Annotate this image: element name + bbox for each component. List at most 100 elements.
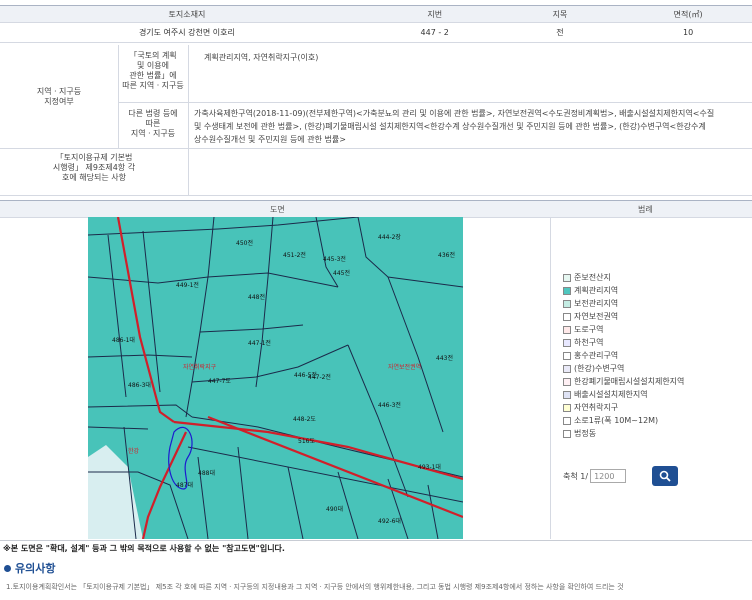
legend-label: 준보전산지 (574, 273, 611, 282)
legend-label: 계획관리지역 (574, 286, 619, 295)
col-lot-number: 지번 (373, 5, 496, 23)
legend-swatch (563, 377, 571, 386)
parcel-label: 447-2전 (308, 373, 331, 381)
legend-item: 하천구역 (563, 336, 684, 349)
legend-swatch (563, 403, 571, 412)
scale-input[interactable] (590, 469, 627, 483)
cell-lot-number: 447 - 2 (373, 22, 496, 43)
parcel-label: 444-2장 (378, 233, 401, 241)
legend-label: 자연취락지구 (574, 403, 619, 412)
search-icon (659, 470, 671, 482)
parcel-label: 436전 (438, 251, 455, 259)
legend-item: 계획관리지역 (563, 284, 684, 297)
legend-item: (한강)수변구역 (563, 362, 684, 375)
scale-label: 축척 1/ (563, 471, 589, 481)
legend-label: (한강)수변구역 (574, 364, 625, 373)
parcel-label: 488대 (198, 469, 215, 477)
parcel-label: 한강 (128, 447, 140, 455)
map-header: 도면 범례 (0, 200, 752, 218)
parcel-label: 447-1전 (248, 339, 271, 347)
legend-swatch (563, 325, 571, 334)
map-notice: ※본 도면은 "확대, 설계" 등과 그 밖의 목적으로 사용할 수 없는 "참… (3, 544, 285, 553)
legend-swatch (563, 416, 571, 425)
other-laws-line: 및 수생태계 보전에 관한 법률>, (한강)폐기물매립시설 설치제한지역<한강… (194, 122, 706, 131)
col-location: 토지소재지 (0, 5, 374, 23)
caution-paragraph: 1.토지이용계획확인서는 「토지이용규제 기본법」 제5조 각 호에 따른 지역… (6, 583, 624, 591)
parcel-label: 492-6대 (378, 517, 401, 525)
parcel-label: 443전 (436, 354, 453, 362)
legend-label: 하천구역 (574, 338, 604, 347)
legend-swatch (563, 429, 571, 438)
parcel-label: 486-3대 (128, 381, 151, 389)
parcel-label: 448전 (248, 293, 265, 301)
parcel-label: 449-1전 (176, 281, 199, 289)
parcel-label: 자연보전권역 (388, 363, 421, 371)
cell-location: 경기도 여주시 강천면 이호리 (0, 22, 374, 43)
cell-land-category: 전 (495, 22, 625, 43)
legend-label: 자연보전권역 (574, 312, 619, 321)
map-legend: 준보전산지계획관리지역보전관리지역자연보전권역도로구역하천구역홍수관리구역 (한강… (563, 271, 684, 440)
cadastral-map[interactable]: 450전 444-2장 451-2전 445-3전 445전 436전 449-1전 448전… (88, 217, 463, 539)
legend-swatch (563, 286, 571, 295)
parcel-label: 자연취락지구 (183, 363, 217, 371)
national-planning-label: 「국토의 계획 및 이용에 관한 법률」에 따른 지역ㆍ지구등 (122, 51, 184, 90)
parcel-label: 451-2전 (283, 251, 306, 259)
legend-label: 한강폐기물매립시설설치제한지역 (574, 377, 685, 386)
land-use-plan-page: 토지소재지 지번 지목 면적(㎡) 경기도 여주시 강천면 이호리 447 - … (0, 0, 752, 600)
col-land-category: 지목 (495, 5, 625, 23)
regulation-matters-label: 「토지이용규제 기본법 시행령」 제9조제4항 각 호에 해당되는 사항 (52, 153, 136, 182)
parcel-label: 516도 (298, 438, 315, 445)
legend-item: 준보전산지 (563, 271, 684, 284)
legend-label: 보전관리지역 (574, 299, 619, 308)
other-laws-value: 가축사육제한구역(2018-11-09)(전부제한구역)<가축분뇨의 관리 및 … (194, 107, 714, 146)
legend-swatch (563, 273, 571, 282)
parcel-label: 447-7도 (208, 378, 231, 385)
legend-item: 도로구역 (563, 323, 684, 336)
other-laws-line: 상수원수질개선 및 주민지원 등에 관한 법률> (194, 135, 346, 144)
parcel-label: 487대 (176, 481, 193, 489)
legend-swatch (563, 338, 571, 347)
legend-label: 법정동 (574, 429, 597, 438)
legend-item: 소로1류(폭 10M~12M) (563, 414, 684, 427)
legend-swatch (563, 351, 571, 360)
parcel-label: 490대 (326, 505, 343, 513)
legend-label: 도로구역 (574, 325, 604, 334)
parcel-label: 493-1대 (418, 463, 441, 471)
legend-item: 배출시설설치제한지역 (563, 388, 684, 401)
legend-item: 한강폐기물매립시설설치제한지역 (563, 375, 684, 388)
legend-swatch (563, 312, 571, 321)
legend-item: 홍수관리구역 (563, 349, 684, 362)
zoning-section-label: 지역ㆍ지구등 지정여부 (36, 87, 82, 106)
caution-heading: 유의사항 (4, 560, 55, 576)
scale-control: 축척 1/ (563, 466, 679, 486)
map-header-label: 도면 (270, 205, 285, 214)
search-button[interactable] (652, 466, 679, 486)
parcel-label: 450전 (236, 239, 253, 247)
legend-label: 소로1류(폭 10M~12M) (574, 416, 659, 425)
cadastral-map-svg[interactable]: 450전 444-2장 451-2전 445-3전 445전 436전 449-1전 448전… (88, 217, 463, 539)
legend-label: 배출시설설치제한지역 (574, 390, 648, 399)
legend-item: 보전관리지역 (563, 297, 684, 310)
land-table-row: 경기도 여주시 강천면 이호리 447 - 2 전 10 (0, 22, 752, 43)
land-info-table: 토지소재지 지번 지목 면적(㎡) 경기도 여주시 강천면 이호리 447 - … (0, 5, 752, 43)
zoning-section: 지역ㆍ지구등 지정여부 「국토의 계획 및 이용에 관한 법률」에 따른 지역ㆍ… (0, 45, 752, 196)
col-area: 면적(㎡) (624, 5, 752, 23)
parcel-label: 445전 (333, 269, 350, 277)
other-laws-label: 다른 법령 등에 따른 지역ㆍ지구등 (128, 109, 178, 138)
parcel-label: 445-3전 (323, 255, 346, 263)
parcel-label: 446-3전 (378, 401, 401, 409)
legend-item: 자연보전권역 (563, 310, 684, 323)
bullet-icon (4, 564, 11, 572)
legend-label: 홍수관리구역 (574, 351, 619, 360)
cell-area: 10 (624, 22, 752, 43)
caution-title: 유의사항 (15, 562, 56, 575)
legend-swatch (563, 364, 571, 373)
legend-header-label: 범례 (638, 205, 653, 214)
land-table-header: 토지소재지 지번 지목 면적(㎡) (0, 5, 752, 23)
legend-item: 자연취락지구 (563, 401, 684, 414)
national-planning-value: 계획관리지역, 자연취락지구(이호) (204, 53, 319, 62)
parcel-label: 486-1대 (112, 336, 135, 344)
legend-item: 법정동 (563, 427, 684, 440)
other-laws-line: 가축사육제한구역(2018-11-09)(전부제한구역)<가축분뇨의 관리 및 … (194, 109, 715, 118)
parcel-label: 448-2도 (293, 416, 316, 423)
